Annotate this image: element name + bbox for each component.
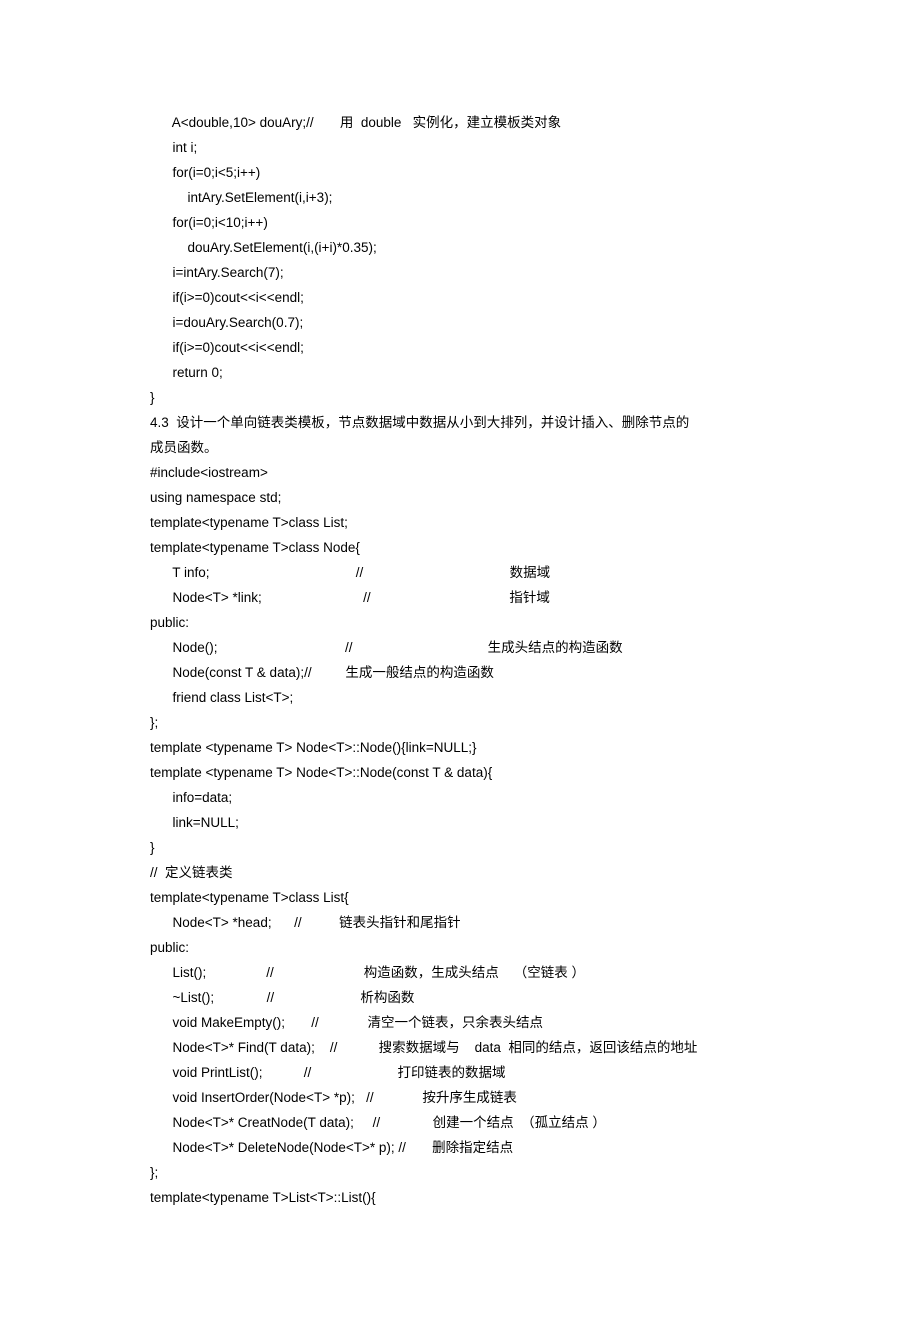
- code-line: }: [150, 835, 770, 860]
- code-line: info=data;: [150, 785, 770, 810]
- code-line: intAry.SetElement(i,i+3);: [150, 185, 770, 210]
- code-line: template<typename T>class Node{: [150, 535, 770, 560]
- code-line: for(i=0;i<5;i++): [150, 160, 770, 185]
- code-line: #include<iostream>: [150, 460, 770, 485]
- code-line: void InsertOrder(Node<T> *p); // 按升序生成链表: [150, 1085, 770, 1110]
- code-line: template <typename T> Node<T>::Node(cons…: [150, 760, 770, 785]
- code-line: i=douAry.Search(0.7);: [150, 310, 770, 335]
- code-line: friend class List<T>;: [150, 685, 770, 710]
- code-line: ~List(); // 析构函数: [150, 985, 770, 1010]
- code-line: void PrintList(); // 打印链表的数据域: [150, 1060, 770, 1085]
- code-line: link=NULL;: [150, 810, 770, 835]
- code-line: i=intAry.Search(7);: [150, 260, 770, 285]
- code-line: douAry.SetElement(i,(i+i)*0.35);: [150, 235, 770, 260]
- code-line: void MakeEmpty(); // 清空一个链表，只余表头结点: [150, 1010, 770, 1035]
- code-line: A<double,10> douAry;// 用 double 实例化，建立模板…: [150, 110, 770, 135]
- code-line: // 定义链表类: [150, 860, 770, 885]
- code-line: int i;: [150, 135, 770, 160]
- code-line: };: [150, 710, 770, 735]
- code-line: public:: [150, 610, 770, 635]
- code-line: T info; // 数据域: [150, 560, 770, 585]
- code-line: Node<T>* Find(T data); // 搜索数据域与 data 相同…: [150, 1035, 770, 1060]
- code-line: Node<T> *link; // 指针域: [150, 585, 770, 610]
- code-line: using namespace std;: [150, 485, 770, 510]
- code-line: Node<T> *head; // 链表头指针和尾指针: [150, 910, 770, 935]
- code-line: if(i>=0)cout<<i<<endl;: [150, 285, 770, 310]
- code-line: };: [150, 1160, 770, 1185]
- code-line: Node<T>* DeleteNode(Node<T>* p); // 删除指定…: [150, 1135, 770, 1160]
- code-line: template<typename T>class List;: [150, 510, 770, 535]
- code-line: Node(); // 生成头结点的构造函数: [150, 635, 770, 660]
- document-page: A<double,10> douAry;// 用 double 实例化，建立模板…: [0, 0, 920, 1330]
- code-line: template<typename T>class List{: [150, 885, 770, 910]
- code-line: Node(const T & data);// 生成一般结点的构造函数: [150, 660, 770, 685]
- code-block: A<double,10> douAry;// 用 double 实例化，建立模板…: [150, 110, 770, 1210]
- code-line: Node<T>* CreatNode(T data); // 创建一个结点 （孤…: [150, 1110, 770, 1135]
- code-line: if(i>=0)cout<<i<<endl;: [150, 335, 770, 360]
- code-line: 4.3 设计一个单向链表类模板，节点数据域中数据从小到大排列，并设计插入、删除节…: [150, 410, 770, 435]
- code-line: }: [150, 385, 770, 410]
- code-line: template<typename T>List<T>::List(){: [150, 1185, 770, 1210]
- code-line: List(); // 构造函数，生成头结点 （空链表 ）: [150, 960, 770, 985]
- code-line: for(i=0;i<10;i++): [150, 210, 770, 235]
- code-line: public:: [150, 935, 770, 960]
- code-line: template <typename T> Node<T>::Node(){li…: [150, 735, 770, 760]
- code-line: return 0;: [150, 360, 770, 385]
- code-line: 成员函数。: [150, 435, 770, 460]
